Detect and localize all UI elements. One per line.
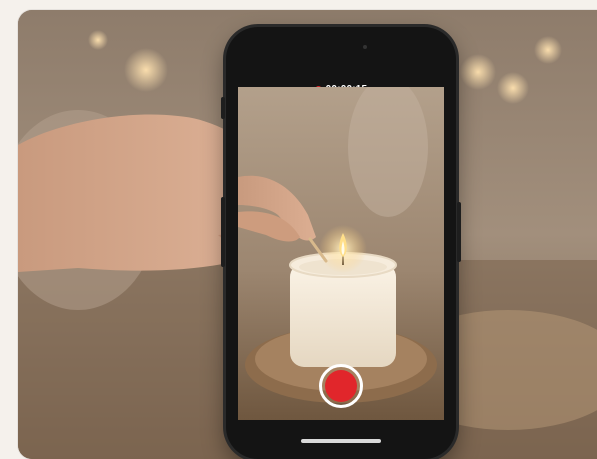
phone-side-button [221, 97, 225, 119]
photo-frame: 00:00:15 [18, 10, 597, 459]
smartphone: 00:00:15 [221, 27, 461, 459]
phone-power-button [457, 202, 461, 262]
record-button-dot [325, 370, 357, 402]
front-camera [363, 45, 367, 49]
record-button[interactable] [319, 364, 363, 408]
camera-viewfinder [238, 87, 444, 420]
home-indicator[interactable] [301, 439, 381, 443]
phone-volume-button [221, 197, 225, 267]
